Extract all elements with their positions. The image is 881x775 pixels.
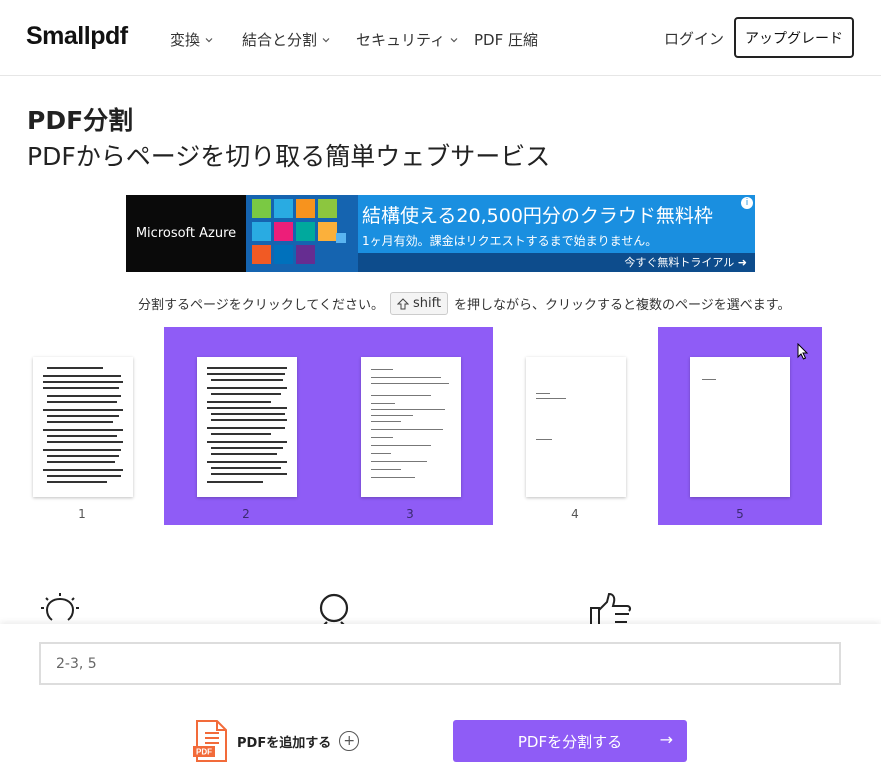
- page-thumbnail-5[interactable]: [690, 357, 790, 497]
- nav-security[interactable]: セキュリティ: [356, 29, 459, 50]
- ad-cta[interactable]: 今すぐ無料トライアル ➜: [358, 253, 755, 272]
- arrow-right-icon: →: [659, 730, 673, 749]
- shift-arrow-icon: [396, 297, 409, 309]
- chevron-down-icon: [205, 37, 213, 42]
- ad-tiles-image: [246, 195, 358, 272]
- top-navbar: Smallpdf 変換 結合と分割 セキュリティ PDF 圧縮 ログイン アップ…: [0, 0, 881, 76]
- split-instruction: 分割するページをクリックしてください。 shift を押しながら、クリックすると…: [138, 292, 791, 315]
- upgrade-button[interactable]: アップグレード: [734, 17, 854, 58]
- shift-key: shift: [389, 292, 449, 315]
- split-pdf-label: PDFを分割する: [517, 732, 623, 751]
- page-thumbnail-4[interactable]: [526, 357, 626, 497]
- thumbs-up-icon: [590, 592, 632, 626]
- page-title: PDF分割: [27, 106, 134, 135]
- pdf-file-icon: PDF: [193, 720, 227, 762]
- ad-info-icon[interactable]: i: [741, 197, 753, 209]
- ad-cta-label: 今すぐ無料トライアル: [624, 256, 735, 269]
- ad-banner[interactable]: Microsoft Azure 結構使える20,500円分のクラウド無料枠 1ヶ…: [126, 195, 755, 272]
- pdf-badge-text: PDF: [196, 748, 212, 757]
- lightbulb-icon: [41, 593, 79, 621]
- page-number-5: 5: [736, 507, 744, 521]
- nav-compress[interactable]: PDF 圧縮: [474, 29, 538, 50]
- page-range-input[interactable]: [39, 642, 841, 685]
- instruction-after: を押しながら、クリックすると複数のページを選べます。: [454, 298, 791, 313]
- shift-key-label: shift: [412, 296, 442, 311]
- page-number-1: 1: [78, 507, 86, 521]
- smallpdf-logo[interactable]: Smallpdf: [26, 22, 128, 51]
- nav-merge-split[interactable]: 結合と分割: [242, 29, 331, 50]
- mouse-cursor-icon: [797, 343, 809, 360]
- ad-subline: 1ヶ月有効。課金はリクエストするまで始まりません。: [362, 234, 658, 248]
- page-thumbnail-1[interactable]: [33, 357, 133, 497]
- nav-merge-split-label: 結合と分割: [242, 31, 318, 49]
- login-link[interactable]: ログイン: [664, 28, 724, 49]
- arrow-circle-icon: ➜: [737, 256, 747, 269]
- ad-brand: Microsoft Azure: [126, 195, 246, 272]
- nav-compress-label: PDF 圧縮: [474, 31, 538, 49]
- chevron-down-icon: [450, 37, 458, 42]
- page-number-4: 4: [571, 507, 579, 521]
- ad-headline: 結構使える20,500円分のクラウド無料枠: [362, 205, 713, 227]
- nav-convert[interactable]: 変換: [170, 29, 214, 50]
- page-subtitle: PDFからページを切り取る簡単ウェブサービス: [27, 142, 551, 171]
- add-pdf-button[interactable]: PDF PDFを追加する +: [193, 719, 360, 763]
- nav-convert-label: 変換: [170, 31, 201, 49]
- page-thumbnail-2[interactable]: [197, 357, 297, 497]
- add-pdf-label: PDFを追加する: [237, 735, 332, 751]
- chevron-down-icon: [322, 37, 330, 42]
- instruction-before: 分割するページをクリックしてください。: [138, 298, 384, 313]
- nav-security-label: セキュリティ: [356, 31, 446, 49]
- plus-circle-icon: +: [339, 731, 360, 751]
- search-icon: [319, 593, 349, 626]
- page-thumbnail-3[interactable]: [361, 357, 461, 497]
- page-number-2: 2: [242, 507, 250, 521]
- page-number-3: 3: [406, 507, 414, 521]
- split-pdf-button[interactable]: PDFを分割する →: [453, 720, 687, 762]
